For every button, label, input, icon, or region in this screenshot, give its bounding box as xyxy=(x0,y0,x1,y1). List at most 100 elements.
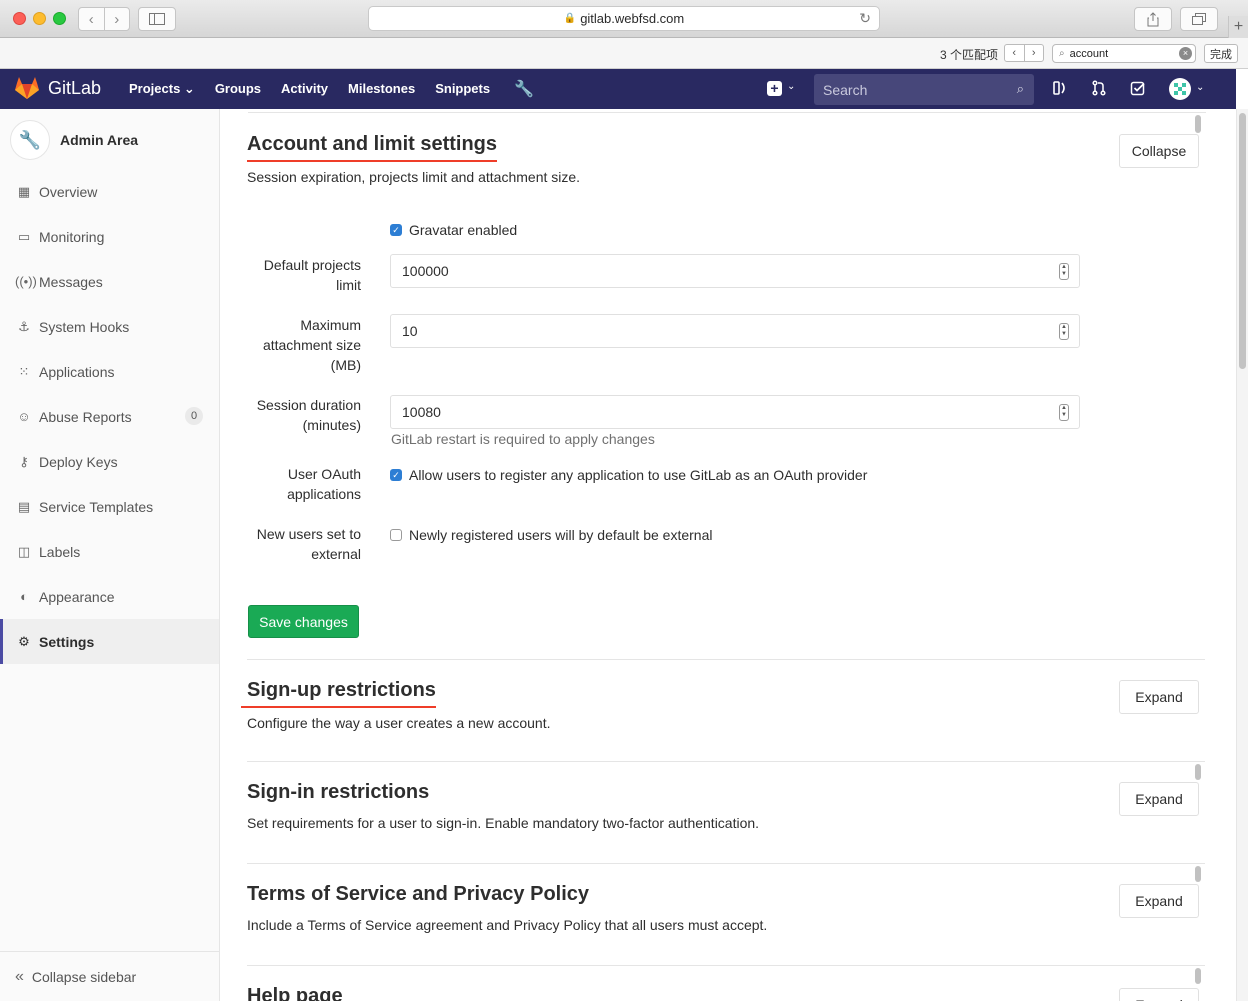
abuse-icon: ☺ xyxy=(17,409,31,424)
page-scrollbar-thumb[interactable] xyxy=(1239,113,1246,369)
main-nav: Projects ⌄ Groups Activity Milestones Sn… xyxy=(129,81,510,97)
gravatar-checkbox-row[interactable]: ✓ Gravatar enabled xyxy=(390,222,517,238)
divider xyxy=(247,863,1205,864)
sidebar-item-service-templates[interactable]: ▤ Service Templates xyxy=(0,484,219,529)
address-bar[interactable]: 🔒 gitlab.webfsd.com ↻ xyxy=(368,6,880,31)
gravatar-checkbox[interactable]: ✓ xyxy=(390,224,402,236)
oauth-checkbox[interactable]: ✓ xyxy=(390,469,402,481)
sidebar-item-system-hooks[interactable]: ⚓ System Hooks xyxy=(0,304,219,349)
sidebar-item-labels[interactable]: ◫ Labels xyxy=(0,529,219,574)
section-scrollbar[interactable] xyxy=(1195,764,1201,780)
find-previous-icon[interactable]: ‹ xyxy=(1005,45,1024,61)
label-line: New users set to xyxy=(256,526,361,542)
account-settings-section: Account and limit settings Collapse Sess… xyxy=(247,133,1205,185)
template-icon: ▤ xyxy=(17,498,31,514)
nav-projects[interactable]: Projects ⌄ xyxy=(129,81,195,97)
forward-icon[interactable]: › xyxy=(103,8,130,30)
nav-groups[interactable]: Groups xyxy=(215,81,261,97)
collapse-button[interactable]: Collapse xyxy=(1119,134,1199,168)
sidebar-item-label: Deploy Keys xyxy=(39,453,118,470)
merge-requests-icon[interactable] xyxy=(1091,80,1107,100)
page-scrollbar[interactable] xyxy=(1236,109,1248,1001)
sidebar-item-settings[interactable]: ⚙ Settings xyxy=(0,619,219,664)
sidebar-item-abuse-reports[interactable]: ☺ Abuse Reports 0 xyxy=(0,394,219,439)
double-chevron-left-icon: « xyxy=(15,967,24,985)
section-scrollbar[interactable] xyxy=(1195,866,1201,882)
issues-icon[interactable] xyxy=(1052,80,1068,100)
label-line: Maximum xyxy=(300,317,361,333)
section-description: Set requirements for a user to sign-in. … xyxy=(247,815,760,831)
stepper-icon[interactable]: ▲ ▼ xyxy=(1059,263,1069,280)
sidebar-item-label: Abuse Reports xyxy=(39,408,132,425)
section-scrollbar[interactable] xyxy=(1195,968,1201,984)
tabs-overview-icon[interactable] xyxy=(1180,7,1218,31)
section-title-wrap: Sign-up restrictions xyxy=(241,679,436,708)
sidebar-item-deploy-keys[interactable]: ⚷ Deploy Keys xyxy=(0,439,219,484)
chevron-down-icon[interactable]: ⌄ xyxy=(787,81,795,92)
projects-limit-field[interactable]: 100000 ▲ ▼ xyxy=(390,254,1080,288)
gitlab-logo[interactable]: GitLab xyxy=(14,76,101,100)
sidebar-item-label: Overview xyxy=(39,183,98,200)
label-line: external xyxy=(311,546,361,562)
section-description: Include a Terms of Service agreement and… xyxy=(247,917,768,933)
search-input[interactable]: Search ⌕ xyxy=(814,74,1034,105)
oauth-label: User OAuth applications xyxy=(247,464,361,504)
zoom-window-button[interactable] xyxy=(53,12,66,25)
nav-milestones[interactable]: Milestones xyxy=(348,81,415,97)
history-nav: ‹ › xyxy=(78,7,130,31)
nav-snippets[interactable]: Snippets xyxy=(435,81,490,97)
hook-icon: ⚓ xyxy=(18,318,30,334)
divider xyxy=(247,761,1205,762)
find-done-button[interactable]: 完成 xyxy=(1204,44,1238,63)
close-window-button[interactable] xyxy=(13,12,26,25)
avatar-chevron-down-icon[interactable]: ⌄ xyxy=(1196,82,1204,93)
section-title: Help page xyxy=(247,985,343,1001)
broadcast-icon: ((•)) xyxy=(15,274,37,289)
expand-button[interactable]: Expand xyxy=(1119,884,1199,918)
oauth-checkbox-row[interactable]: ✓ Allow users to register any applicatio… xyxy=(390,467,867,483)
external-checkbox[interactable] xyxy=(390,529,402,541)
nav-activity[interactable]: Activity xyxy=(281,81,328,97)
monitor-icon: ▭ xyxy=(17,228,31,244)
find-next-icon[interactable]: › xyxy=(1023,45,1044,61)
sidebar-header[interactable]: 🔧 Admin Area xyxy=(10,120,138,160)
external-checkbox-row[interactable]: Newly registered users will by default b… xyxy=(390,527,712,543)
attachment-size-field[interactable]: 10 ▲ ▼ xyxy=(390,314,1080,348)
todos-icon[interactable] xyxy=(1130,80,1146,100)
new-tab-icon[interactable]: + xyxy=(1228,16,1248,38)
stepper-icon[interactable]: ▲ ▼ xyxy=(1059,404,1069,421)
section-title: Sign-in restrictions xyxy=(247,781,430,803)
save-changes-button[interactable]: Save changes xyxy=(248,605,359,638)
share-icon[interactable] xyxy=(1134,7,1172,31)
session-duration-field[interactable]: 10080 ▲ ▼ xyxy=(390,395,1080,429)
reload-icon[interactable]: ↻ xyxy=(859,10,871,27)
sidebar-toggle-icon[interactable] xyxy=(138,7,176,31)
sidebar-item-applications[interactable]: ⁙ Applications xyxy=(0,349,219,394)
new-item-icon[interactable]: + xyxy=(767,81,782,96)
clear-find-icon[interactable]: × xyxy=(1179,47,1192,60)
label-line: limit xyxy=(336,277,361,293)
user-avatar[interactable] xyxy=(1169,78,1191,100)
abuse-count-badge: 0 xyxy=(185,407,203,425)
section-description: Session expiration, projects limit and a… xyxy=(247,169,581,185)
inner-scrollbar[interactable] xyxy=(1195,115,1201,133)
minimize-window-button[interactable] xyxy=(33,12,46,25)
sidebar-item-monitoring[interactable]: ▭ Monitoring xyxy=(0,214,219,259)
gear-icon: ⚙ xyxy=(18,633,30,649)
sidebar-item-appearance[interactable]: ◐ Appearance xyxy=(0,574,219,619)
label-icon: ◫ xyxy=(17,543,31,559)
find-input[interactable]: ⌕ account × xyxy=(1052,44,1196,63)
expand-button[interactable]: Expand xyxy=(1119,988,1199,1001)
expand-button[interactable]: Expand xyxy=(1119,680,1199,714)
projects-limit-label: Default projects limit xyxy=(247,255,361,295)
label-line: (minutes) xyxy=(302,417,361,433)
session-duration-label: Session duration (minutes) xyxy=(247,395,361,435)
sidebar-item-messages[interactable]: ((•)) Messages xyxy=(0,259,219,304)
admin-wrench-icon[interactable]: 🔧 xyxy=(514,79,534,99)
title-underline xyxy=(241,706,436,708)
sidebar-item-overview[interactable]: ▦ Overview xyxy=(0,169,219,214)
expand-button[interactable]: Expand xyxy=(1119,782,1199,816)
collapse-sidebar-button[interactable]: « Collapse sidebar xyxy=(0,951,219,1001)
stepper-icon[interactable]: ▲ ▼ xyxy=(1059,323,1069,340)
back-icon[interactable]: ‹ xyxy=(79,8,104,30)
